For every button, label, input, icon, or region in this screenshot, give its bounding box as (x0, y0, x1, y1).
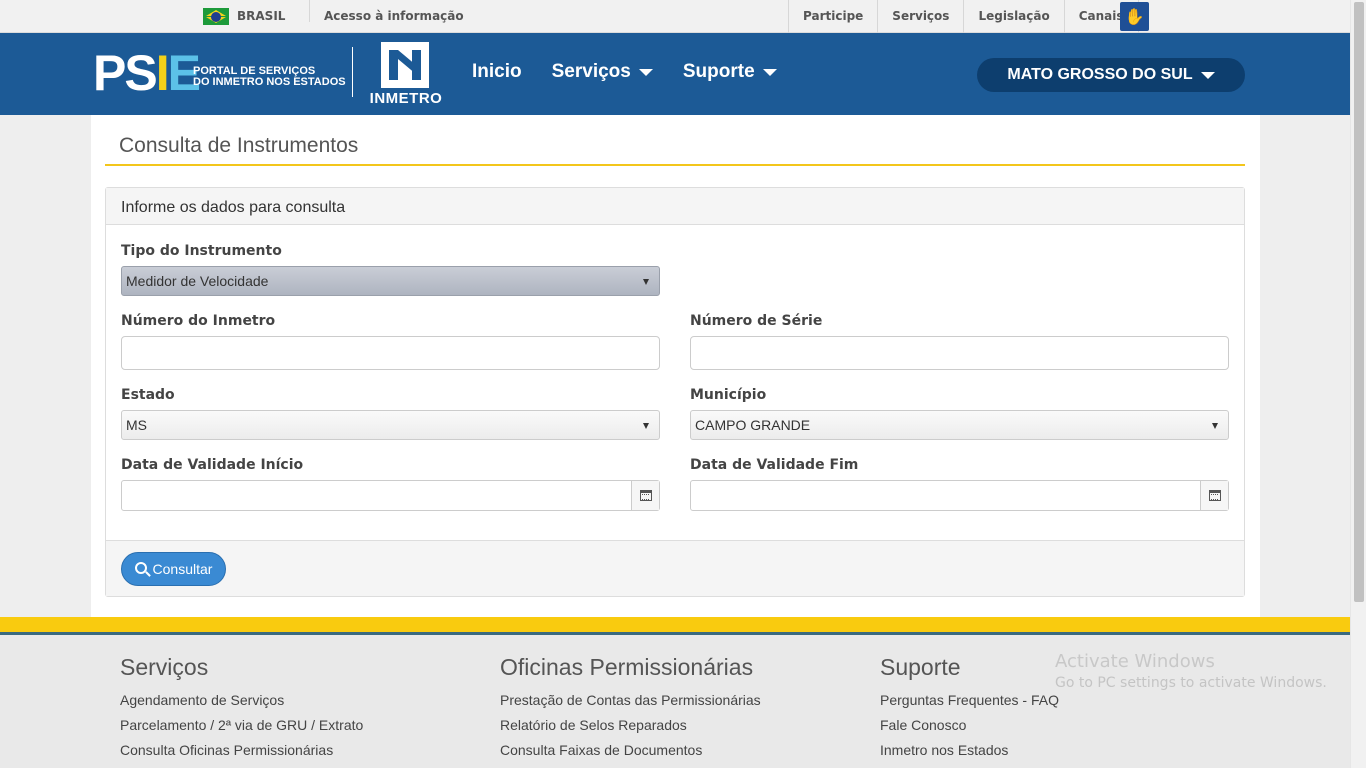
footer-col-title: Suporte (880, 654, 961, 680)
estado-value: MS (126, 417, 147, 433)
chevron-down-icon (1200, 71, 1215, 79)
calendar-icon (640, 490, 652, 501)
footer-col-title: Serviços (120, 654, 209, 680)
dropdown-arrow-icon (643, 279, 649, 285)
tipo-instrumento-value: Medidor de Velocidade (126, 273, 269, 289)
footer-col-oficinas: Oficinas Permissionárias Prestação de Co… (500, 654, 761, 763)
municipio-label: Município (690, 387, 767, 403)
consultar-button[interactable]: Consultar (121, 552, 226, 586)
portal-tagline: PORTAL DE SERVIÇOS DO INMETRO NOS ESTADO… (193, 66, 346, 88)
main-nav: Inicio Serviços Suporte (472, 61, 807, 83)
title-underline (105, 164, 1245, 166)
psie-logo[interactable]: PSIE (93, 48, 201, 98)
divider (309, 0, 310, 22)
main-content: Consulta de Instrumentos Informe os dado… (91, 115, 1260, 617)
chevron-down-icon (762, 68, 777, 76)
tipo-instrumento-select[interactable]: Medidor de Velocidade (121, 266, 660, 296)
estado-label: Estado (121, 387, 175, 403)
nav-inicio[interactable]: Inicio (472, 61, 522, 83)
footer-link[interactable]: Prestação de Contas das Permissionárias (500, 688, 761, 713)
footer-col-title: Oficinas Permissionárias (500, 654, 754, 680)
nav-servicos-label: Serviços (551, 61, 631, 82)
site-header: PSIE PORTAL DE SERVIÇOS DO INMETRO NOS E… (0, 33, 1350, 115)
footer-link[interactable]: Fale Conosco (880, 713, 1059, 738)
data-inicio-input[interactable] (121, 480, 660, 511)
inmetro-wordmark: INMETRO (369, 90, 443, 107)
footer-link[interactable]: Relatório de Selos Reparados (500, 713, 761, 738)
chevron-down-icon (638, 68, 653, 76)
footer-link[interactable]: Inmetro nos Estados (880, 738, 1059, 763)
municipio-value: CAMPO GRANDE (695, 417, 811, 433)
sign-language-icon[interactable]: ✋ (1120, 2, 1149, 31)
data-fim-label: Data de Validade Fim (690, 457, 859, 473)
footer-link[interactable]: Perguntas Frequentes - FAQ (880, 688, 1059, 713)
scrollbar-thumb[interactable] (1354, 2, 1364, 602)
numero-inmetro-input[interactable] (121, 336, 660, 370)
activate-windows-watermark: Activate Windows Go to PC settings to ac… (1055, 651, 1327, 691)
gov-link-legislacao[interactable]: Legislação (963, 0, 1063, 33)
watermark-title: Activate Windows (1055, 651, 1215, 672)
footer-link[interactable]: Agendamento de Serviços (120, 688, 363, 713)
calendar-button[interactable] (1200, 481, 1228, 510)
brazil-flag-globe (211, 12, 221, 22)
gov-link-participe[interactable]: Participe (788, 0, 877, 33)
municipio-select[interactable]: CAMPO GRANDE (690, 410, 1229, 440)
nav-inicio-label: Inicio (472, 61, 522, 82)
tipo-instrumento-label: Tipo do Instrumento (121, 243, 282, 259)
nav-suporte[interactable]: Suporte (683, 61, 777, 83)
numero-inmetro-label: Número do Inmetro (121, 313, 276, 329)
vertical-scrollbar[interactable] (1350, 0, 1366, 768)
portal-line-2: DO INMETRO NOS ESTADOS (193, 76, 346, 88)
panel-footer: Consultar (106, 540, 1244, 596)
inmetro-logo[interactable]: INMETRO (368, 42, 444, 108)
footer-link[interactable]: Consulta Oficinas Permissionárias (120, 738, 363, 763)
watermark-subtitle: Go to PC settings to activate Windows. (1055, 675, 1327, 691)
page-title: Consulta de Instrumentos (119, 134, 359, 157)
nav-servicos[interactable]: Serviços (552, 61, 653, 83)
gov-bar: BRASIL Acesso à informação Participe Ser… (0, 0, 1350, 33)
state-label: MATO GROSSO DO SUL (1007, 66, 1193, 83)
calendar-icon (1209, 490, 1221, 501)
brasil-link[interactable]: BRASIL (237, 9, 285, 23)
footer-link[interactable]: Consulta Faixas de Documentos (500, 738, 761, 763)
calendar-button[interactable] (631, 481, 659, 510)
footer-col-suporte: Suporte Perguntas Frequentes - FAQ Fale … (880, 654, 1059, 763)
state-selector-button[interactable]: MATO GROSSO DO SUL (977, 58, 1245, 92)
search-panel: Informe os dados para consulta Tipo do I… (105, 187, 1245, 597)
inmetro-mark-icon (381, 42, 429, 88)
footer-link[interactable]: Parcelamento / 2ª via de GRU / Extrato (120, 713, 363, 738)
footer-accent-bar (0, 617, 1350, 632)
header-divider (352, 47, 353, 97)
data-fim-input[interactable] (690, 480, 1229, 511)
access-info-link[interactable]: Acesso à informação (324, 9, 464, 23)
search-icon (134, 562, 147, 574)
panel-heading: Informe os dados para consulta (106, 188, 1244, 225)
dropdown-arrow-icon (1212, 423, 1218, 429)
numero-serie-label: Número de Série (690, 313, 823, 329)
gov-links: Participe Serviços Legislação Canais (788, 0, 1139, 33)
gov-link-servicos[interactable]: Serviços (877, 0, 963, 33)
data-inicio-label: Data de Validade Início (121, 457, 304, 473)
nav-suporte-label: Suporte (682, 61, 755, 82)
numero-serie-input[interactable] (690, 336, 1229, 370)
dropdown-arrow-icon (643, 423, 649, 429)
consultar-label: Consultar (152, 561, 213, 577)
estado-select[interactable]: MS (121, 410, 660, 440)
footer-col-servicos: Serviços Agendamento de Serviços Parcela… (120, 654, 363, 763)
